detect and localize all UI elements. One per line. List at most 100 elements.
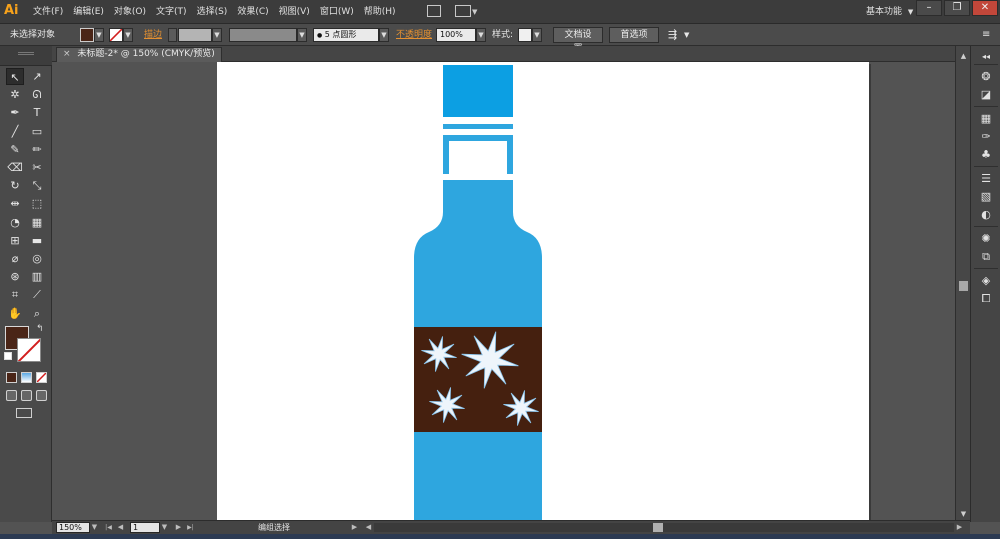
stroke-weight-dropdown[interactable]: ▼ xyxy=(212,28,222,42)
draw-inside-icon[interactable] xyxy=(36,390,47,401)
symbol-sprayer-tool-icon[interactable]: ⊛ xyxy=(6,268,24,285)
next-artboard-icon[interactable]: ▶ xyxy=(174,522,183,533)
pen-tool-icon[interactable]: ✒ xyxy=(6,104,24,121)
menu-view[interactable]: 视图(V) xyxy=(274,0,315,24)
color-mode-icon[interactable] xyxy=(6,372,17,383)
none-mode-icon[interactable] xyxy=(36,372,47,383)
fill-color-swatch[interactable] xyxy=(80,28,94,42)
first-artboard-icon[interactable]: |◀ xyxy=(104,522,113,533)
line-tool-icon[interactable]: ╱ xyxy=(6,123,24,140)
stroke-dropdown[interactable]: ▼ xyxy=(123,28,133,42)
draw-normal-icon[interactable] xyxy=(6,390,17,401)
current-tool-status[interactable]: 编组选择 xyxy=(258,521,290,534)
document-tab[interactable]: × 未标题-2* @ 150% (CMYK/预览) xyxy=(56,47,222,62)
zoom-tool-icon[interactable]: ⌕ xyxy=(28,305,46,322)
transparency-panel-icon[interactable]: ◐ xyxy=(979,208,993,222)
stroke-color-box[interactable] xyxy=(17,338,41,362)
scroll-down-arrow-icon[interactable]: ▼ xyxy=(956,508,971,520)
paintbrush-tool-icon[interactable]: ✎ xyxy=(6,141,24,158)
scroll-left-arrow-icon[interactable]: ◀ xyxy=(364,522,373,533)
blob-brush-tool-icon[interactable]: ⌫ xyxy=(6,159,24,176)
bottle-cap[interactable] xyxy=(443,65,513,117)
swap-fill-stroke-icon[interactable]: ↰ xyxy=(36,324,44,334)
scroll-right-arrow-icon[interactable]: ▶ xyxy=(955,522,964,533)
perspective-grid-tool-icon[interactable]: ▦ xyxy=(28,214,46,231)
artboard[interactable] xyxy=(217,62,869,520)
scale-tool-icon[interactable]: ⤡ xyxy=(28,177,46,194)
tab-close-icon[interactable]: × xyxy=(63,48,71,61)
artboards-panel-icon[interactable]: ⧠ xyxy=(979,292,993,306)
symbols-panel-icon[interactable]: ♣ xyxy=(979,148,993,162)
mesh-tool-icon[interactable]: ⊞ xyxy=(6,232,24,249)
gradient-mode-icon[interactable] xyxy=(21,372,32,383)
blend-tool-icon[interactable]: ◎ xyxy=(28,250,46,267)
stroke-weight-field[interactable] xyxy=(178,28,212,42)
horizontal-scroll-thumb[interactable] xyxy=(653,523,663,532)
gradient-tool-icon[interactable]: ▬ xyxy=(28,232,46,249)
stroke-color-swatch[interactable] xyxy=(109,28,123,42)
stroke-panel-icon[interactable]: ☰ xyxy=(979,172,993,186)
scroll-up-arrow-icon[interactable]: ▲ xyxy=(956,50,971,62)
stroke-weight-stepper[interactable] xyxy=(168,28,177,42)
restore-button[interactable]: ❐ xyxy=(944,0,970,16)
fill-dropdown[interactable]: ▼ xyxy=(94,28,104,42)
type-tool-icon[interactable]: T xyxy=(28,104,46,121)
zoom-dropdown-icon[interactable]: ▼ xyxy=(90,522,99,533)
appearance-panel-icon[interactable]: ✺ xyxy=(979,232,993,246)
align-options-dropdown-icon[interactable]: ▼ xyxy=(684,24,689,46)
swatches-panel-icon[interactable]: ▦ xyxy=(979,112,993,126)
horizontal-scroll-track[interactable] xyxy=(374,523,954,532)
menu-edit[interactable]: 编辑(E) xyxy=(68,0,109,24)
control-panel-menu-icon[interactable]: ≡ xyxy=(982,24,990,46)
hand-tool-icon[interactable]: ✋ xyxy=(6,305,24,322)
default-fill-stroke-icon[interactable] xyxy=(4,352,12,360)
graphic-style-swatch[interactable] xyxy=(518,28,532,42)
gradient-panel-icon[interactable]: ▧ xyxy=(979,190,993,204)
brushes-panel-icon[interactable]: ✑ xyxy=(979,130,993,144)
menu-window[interactable]: 窗口(W) xyxy=(315,0,359,24)
preferences-button[interactable]: 首选项 xyxy=(609,27,659,43)
color-panel-icon[interactable]: ❂ xyxy=(979,70,993,84)
variable-width-profile-dropdown[interactable]: ▼ xyxy=(297,28,307,42)
tools-panel-header[interactable] xyxy=(0,46,52,66)
draw-behind-icon[interactable] xyxy=(21,390,32,401)
bottle-ring[interactable] xyxy=(443,124,513,129)
pencil-tool-icon[interactable]: ✏ xyxy=(28,141,46,158)
arrange-documents-icon[interactable] xyxy=(455,5,471,17)
zoom-level-field[interactable]: 150% xyxy=(56,522,90,533)
opacity-dropdown[interactable]: ▼ xyxy=(476,28,486,42)
arrange-dropdown-arrow-icon[interactable]: ▼ xyxy=(472,0,477,24)
layers-panel-icon[interactable]: ◈ xyxy=(979,274,993,288)
free-transform-tool-icon[interactable]: ⬚ xyxy=(28,195,46,212)
last-artboard-icon[interactable]: ▶| xyxy=(186,522,195,533)
vertical-scrollbar[interactable]: ▲ ▼ xyxy=(955,46,970,522)
bottle-neck-bracket[interactable] xyxy=(443,135,513,174)
menu-type[interactable]: 文字(T) xyxy=(151,0,192,24)
eyedropper-tool-icon[interactable]: ⌀ xyxy=(6,250,24,267)
minimize-button[interactable]: – xyxy=(916,0,942,16)
color-guide-panel-icon[interactable]: ◪ xyxy=(979,88,993,102)
brush-definition-field[interactable]: ● 5 点圆形 xyxy=(313,28,379,42)
shape-builder-tool-icon[interactable]: ◔ xyxy=(6,214,24,231)
artboard-dropdown-icon[interactable]: ▼ xyxy=(160,522,169,533)
opacity-label-link[interactable]: 不透明度 xyxy=(396,24,432,46)
collapse-panels-icon[interactable]: ◂◂ xyxy=(979,50,993,64)
menu-file[interactable]: 文件(F) xyxy=(28,0,68,24)
menu-select[interactable]: 选择(S) xyxy=(192,0,233,24)
artboard-tool-icon[interactable]: ⌗ xyxy=(6,286,24,303)
close-button[interactable]: ✕ xyxy=(972,0,998,16)
menu-effect[interactable]: 效果(C) xyxy=(232,0,273,24)
lasso-tool-icon[interactable]: ᘏ xyxy=(28,86,46,103)
vertical-scroll-thumb[interactable] xyxy=(959,281,968,291)
align-options-icon[interactable]: ⇶ xyxy=(668,24,677,46)
brush-definition-dropdown[interactable]: ▼ xyxy=(379,28,389,42)
graphic-style-dropdown[interactable]: ▼ xyxy=(532,28,542,42)
magic-wand-tool-icon[interactable]: ✲ xyxy=(6,86,24,103)
bridge-icon[interactable] xyxy=(427,5,441,17)
artboard-number-field[interactable]: 1 xyxy=(130,522,160,533)
status-menu-icon[interactable]: ▶ xyxy=(350,522,359,533)
direct-selection-tool-icon[interactable]: ↗ xyxy=(28,68,46,85)
menu-help[interactable]: 帮助(H) xyxy=(359,0,401,24)
document-setup-button[interactable]: 文档设置 xyxy=(553,27,603,54)
workspace-switcher[interactable]: 基本功能 ▼ xyxy=(866,0,913,24)
